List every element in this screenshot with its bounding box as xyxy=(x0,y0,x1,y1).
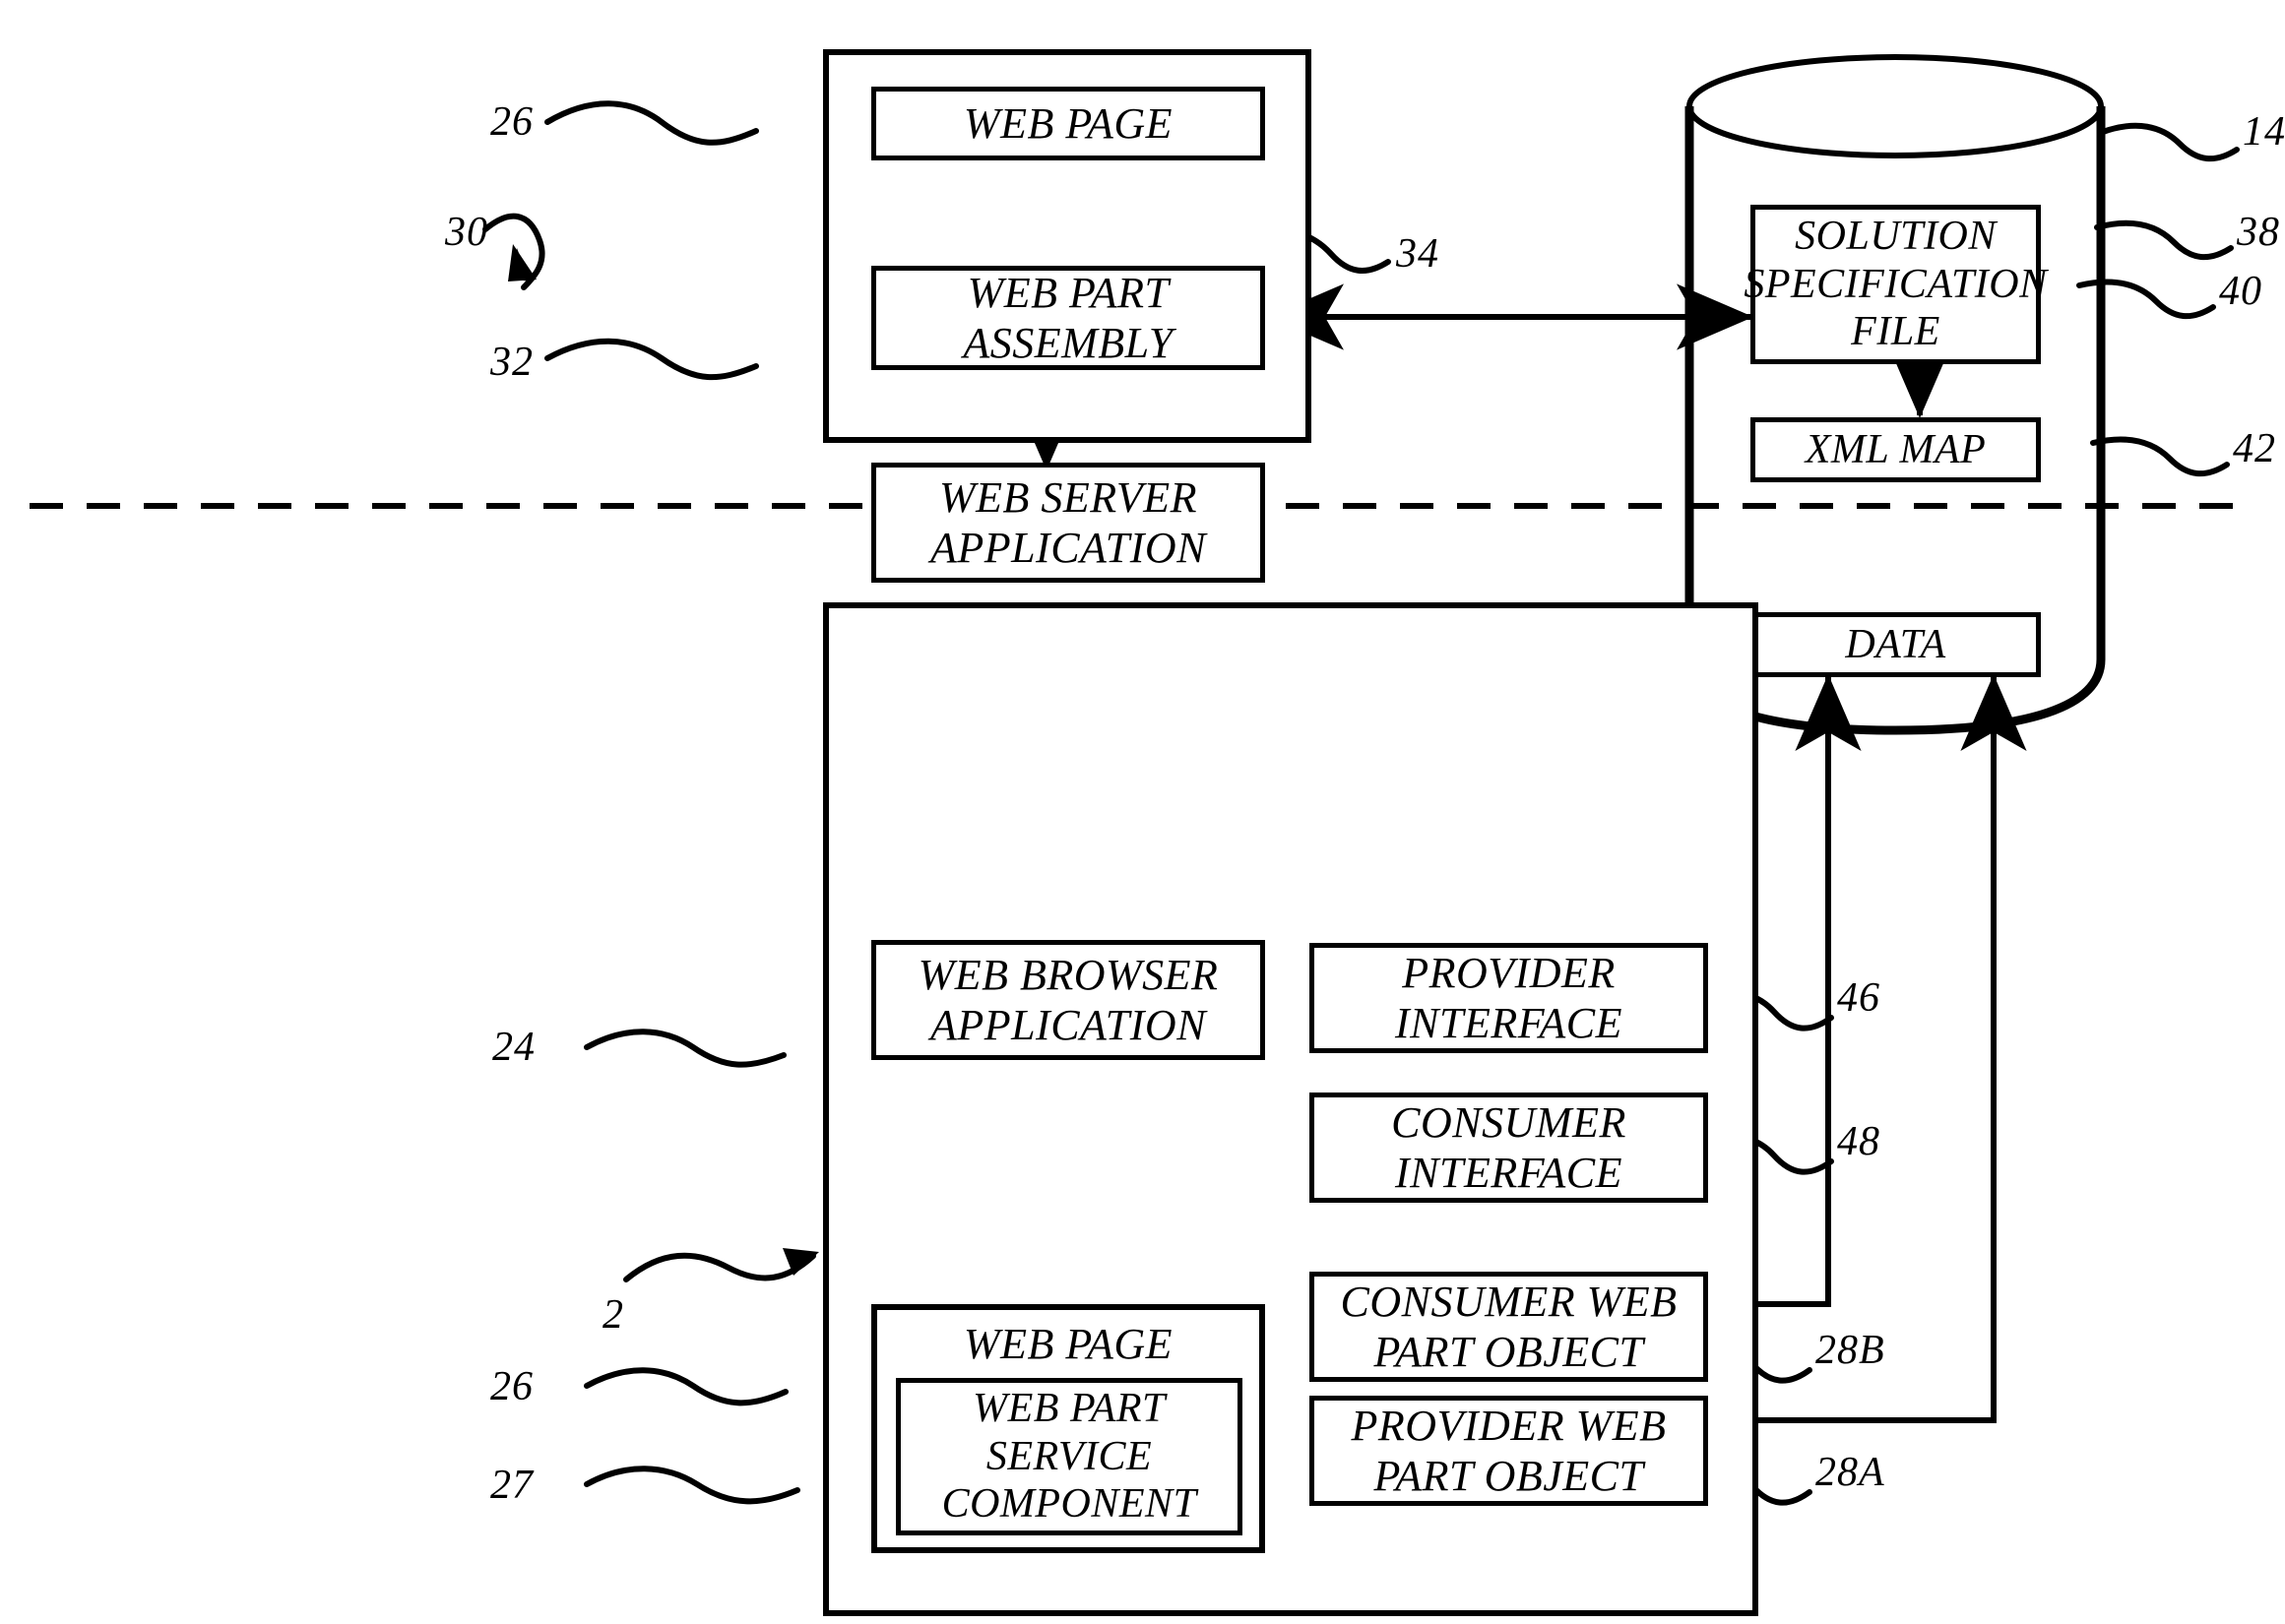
client-web-page-label: WEB PAGE xyxy=(963,1320,1174,1368)
web-browser-application-box: WEB BROWSER APPLICATION xyxy=(871,940,1265,1060)
refnum-38: 38 xyxy=(2237,210,2280,255)
data-box: DATA xyxy=(1750,612,2041,677)
xml-map-box: XML MAP xyxy=(1750,417,2041,482)
refnum-26-bottom: 26 xyxy=(490,1364,534,1409)
consumer-wpo-label-line2: PART OBJECT xyxy=(1373,1328,1644,1376)
leader-2 xyxy=(623,1248,819,1282)
provider-interface-label-line1: PROVIDER xyxy=(1402,948,1616,997)
web-part-service-component-box: WEB PART SERVICE COMPONENT xyxy=(896,1378,1242,1535)
leader-14 xyxy=(2100,122,2240,162)
ssf-label-line3: FILE xyxy=(1851,309,1940,355)
web-browser-application-label-line1: WEB BROWSER xyxy=(918,950,1219,999)
provider-interface-box: PROVIDER INTERFACE xyxy=(1309,943,1708,1053)
web-server-application-box: WEB SERVER APPLICATION xyxy=(871,463,1265,583)
leader-32 xyxy=(544,338,759,381)
leader-24 xyxy=(584,1029,787,1068)
provider-interface-label-line2: INTERFACE xyxy=(1394,999,1623,1047)
refnum-28a: 28A xyxy=(1815,1450,1885,1495)
web-part-assembly-label-line2: ASSEMBLY xyxy=(963,319,1174,367)
web-server-application-label-line1: WEB SERVER xyxy=(939,472,1197,522)
refnum-27: 27 xyxy=(490,1463,534,1508)
refnum-14: 14 xyxy=(2243,109,2285,155)
consumer-interface-label-line2: INTERFACE xyxy=(1394,1149,1623,1197)
provider-web-part-object-box: PROVIDER WEB PART OBJECT xyxy=(1309,1396,1708,1506)
refnum-40: 40 xyxy=(2219,269,2262,314)
server-web-page-label: WEB PAGE xyxy=(963,98,1174,148)
refnum-28b: 28B xyxy=(1815,1328,1885,1373)
wpsc-label-line1: WEB PART xyxy=(973,1385,1166,1431)
refnum-24: 24 xyxy=(492,1025,536,1070)
provider-wpo-label-line1: PROVIDER WEB xyxy=(1351,1401,1667,1450)
refnum-48: 48 xyxy=(1837,1119,1880,1164)
refnum-42: 42 xyxy=(2233,426,2276,471)
leader-26-top xyxy=(544,100,759,146)
solution-specification-file-box: SOLUTION SPECIFICATION FILE xyxy=(1744,205,2047,364)
refnum-30: 30 xyxy=(445,210,488,255)
ssf-label-line1: SOLUTION xyxy=(1795,213,1997,259)
consumer-interface-box: CONSUMER INTERFACE xyxy=(1309,1093,1708,1203)
web-part-assembly-label-line1: WEB PART xyxy=(967,268,1170,317)
leader-38 xyxy=(2094,219,2234,261)
web-browser-application-label-line2: APPLICATION xyxy=(929,1001,1207,1049)
ssf-label-line2: SPECIFICATION xyxy=(1744,261,2048,307)
leader-30 xyxy=(482,213,545,290)
wpsc-label-line2: SERVICE xyxy=(985,1433,1153,1479)
consumer-wpo-label-line1: CONSUMER WEB xyxy=(1340,1277,1678,1326)
web-part-assembly-box: WEB PART ASSEMBLY xyxy=(871,266,1265,370)
wpsc-label-line3: COMPONENT xyxy=(941,1481,1197,1528)
leader-42 xyxy=(2090,436,2230,477)
data-label: DATA xyxy=(1845,621,1946,667)
refnum-32: 32 xyxy=(490,340,534,385)
xml-map-label: XML MAP xyxy=(1805,426,1987,472)
consumer-interface-label-line1: CONSUMER xyxy=(1391,1097,1626,1147)
provider-wpo-label-line2: PART OBJECT xyxy=(1373,1452,1644,1500)
patent-figure: WEB PAGE WEB PART ASSEMBLY WEB SERVER AP… xyxy=(0,0,2285,1624)
refnum-26-top: 26 xyxy=(490,99,534,145)
consumer-web-part-object-box: CONSUMER WEB PART OBJECT xyxy=(1309,1272,1708,1382)
leader-27 xyxy=(584,1466,800,1505)
web-server-application-label-line2: APPLICATION xyxy=(929,524,1207,572)
refnum-46: 46 xyxy=(1837,975,1880,1021)
refnum-2: 2 xyxy=(603,1292,624,1338)
server-web-page-box: WEB PAGE xyxy=(871,87,1265,160)
leader-26-bottom xyxy=(584,1367,789,1406)
refnum-34: 34 xyxy=(1396,231,1439,277)
leader-40 xyxy=(2076,279,2216,320)
